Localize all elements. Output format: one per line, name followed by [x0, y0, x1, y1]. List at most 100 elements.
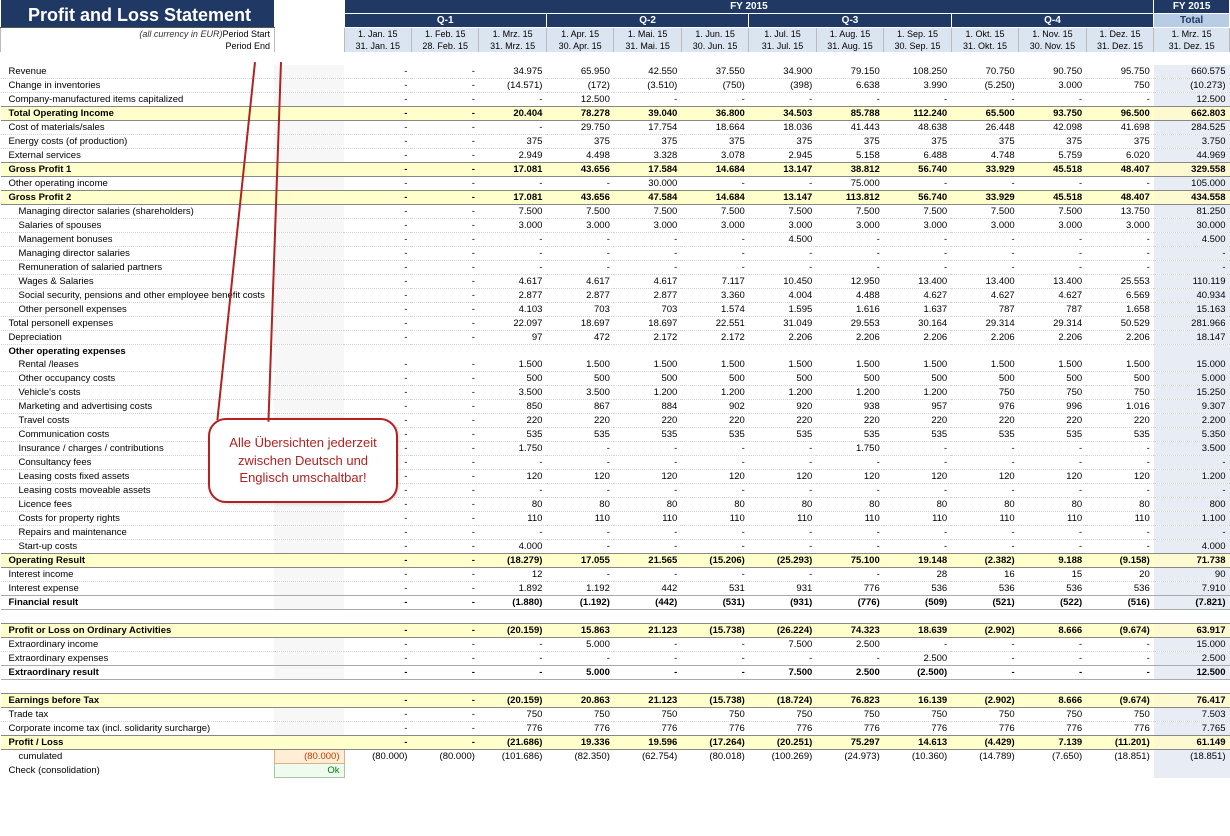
total-cell: 15.000	[1154, 358, 1230, 372]
value-cell: -	[816, 247, 883, 261]
value-cell: -	[344, 135, 411, 149]
value-cell: 14.613	[884, 736, 951, 750]
value-cell: -	[344, 247, 411, 261]
value-cell: -	[411, 121, 478, 135]
value-cell: 1.500	[1019, 358, 1086, 372]
total-cell: 4.500	[1154, 233, 1230, 247]
value-cell: 976	[951, 400, 1018, 414]
value-cell: 375	[951, 135, 1018, 149]
total-cell: 281.966	[1154, 317, 1230, 331]
value-cell: 80	[614, 498, 681, 512]
value-cell: 1.016	[1086, 400, 1154, 414]
value-cell: 776	[614, 722, 681, 736]
value-cell: (80.018)	[681, 750, 748, 764]
value-cell: 39.040	[614, 107, 681, 121]
value-cell: 703	[546, 303, 613, 317]
value-cell: 76.823	[816, 694, 883, 708]
value-cell: 15	[1019, 568, 1086, 582]
value-cell: -	[884, 638, 951, 652]
value-cell: 110	[816, 512, 883, 526]
value-cell: -	[344, 233, 411, 247]
row-label: Rental /leases	[1, 358, 275, 372]
total-cell: 1.100	[1154, 512, 1230, 526]
value-cell: 2.877	[614, 289, 681, 303]
ps-10: 1. Okt. 15	[951, 28, 1018, 41]
pe-1: 31. Jan. 15	[344, 40, 411, 52]
value-cell: 110	[479, 512, 546, 526]
value-cell: 750	[1086, 386, 1154, 400]
value-cell: 19.148	[884, 554, 951, 568]
value-cell: -	[344, 512, 411, 526]
value-cell: 9.188	[1019, 554, 1086, 568]
value-cell: -	[344, 107, 411, 121]
value-cell: -	[884, 526, 951, 540]
value-cell: 120	[1019, 470, 1086, 484]
value-cell: -	[411, 261, 478, 275]
pe-6: 30. Jun. 15	[681, 40, 748, 52]
value-cell: 787	[1019, 303, 1086, 317]
value-cell: -	[1086, 93, 1154, 107]
value-cell: (11.201)	[1086, 736, 1154, 750]
value-cell: -	[681, 568, 748, 582]
value-cell: 120	[614, 470, 681, 484]
value-cell: 75.000	[816, 177, 883, 191]
value-cell: -	[816, 233, 883, 247]
value-cell: 41.443	[816, 121, 883, 135]
value-cell: -	[344, 708, 411, 722]
value-cell: -	[344, 149, 411, 163]
ps-12: 1. Dez. 15	[1086, 28, 1154, 41]
value-cell: -	[816, 568, 883, 582]
value-cell: -	[884, 177, 951, 191]
value-cell: -	[411, 428, 478, 442]
value-cell: 220	[681, 414, 748, 428]
value-cell: -	[411, 652, 478, 666]
value-cell: (9.674)	[1086, 694, 1154, 708]
value-cell: -	[951, 233, 1018, 247]
row-label: Interest expense	[1, 582, 275, 596]
value-cell: 2.877	[546, 289, 613, 303]
value-cell: 17.081	[479, 191, 546, 205]
row-label: cumulated	[1, 750, 275, 764]
value-cell: (398)	[749, 79, 816, 93]
value-cell: -	[614, 638, 681, 652]
total-cell: 7.765	[1154, 722, 1230, 736]
ps-9: 1. Sep. 15	[884, 28, 951, 41]
ps-total: 1. Mrz. 15	[1154, 28, 1230, 41]
value-cell: 13.750	[1086, 205, 1154, 219]
value-cell: 110	[1019, 512, 1086, 526]
value-cell: 1.500	[614, 358, 681, 372]
total-cell: 15.000	[1154, 638, 1230, 652]
value-cell: (14.571)	[479, 79, 546, 93]
pe-8: 31. Aug. 15	[816, 40, 883, 52]
total-cell: 40.934	[1154, 289, 1230, 303]
value-cell: 1.595	[749, 303, 816, 317]
value-cell: (2.500)	[884, 666, 951, 680]
value-cell: 4.617	[614, 275, 681, 289]
value-cell: 884	[614, 400, 681, 414]
value-cell: (1.192)	[546, 596, 613, 610]
value-cell: 375	[614, 135, 681, 149]
value-cell: -	[411, 163, 478, 177]
value-cell: 920	[749, 400, 816, 414]
value-cell: -	[816, 484, 883, 498]
total-cell: 90	[1154, 568, 1230, 582]
row-label: Other occupancy costs	[1, 372, 275, 386]
value-cell: 375	[479, 135, 546, 149]
row-label: Costs for property rights	[1, 512, 275, 526]
value-cell: -	[411, 708, 478, 722]
value-cell: 1.500	[816, 358, 883, 372]
value-cell: 36.800	[681, 107, 748, 121]
value-cell: (21.686)	[479, 736, 546, 750]
value-cell: 2.206	[884, 331, 951, 345]
value-cell: 500	[479, 372, 546, 386]
value-cell: -	[681, 484, 748, 498]
value-cell: (26.224)	[749, 624, 816, 638]
value-cell: 17.055	[546, 554, 613, 568]
value-cell: 22.097	[479, 317, 546, 331]
value-cell: -	[1086, 652, 1154, 666]
language-callout: Alle Übersichten jederzeit zwischen Deut…	[208, 418, 398, 503]
value-cell: 4.748	[951, 149, 1018, 163]
value-cell: -	[411, 456, 478, 470]
value-cell: -	[681, 177, 748, 191]
row-label: Total Operating Income	[1, 107, 275, 121]
